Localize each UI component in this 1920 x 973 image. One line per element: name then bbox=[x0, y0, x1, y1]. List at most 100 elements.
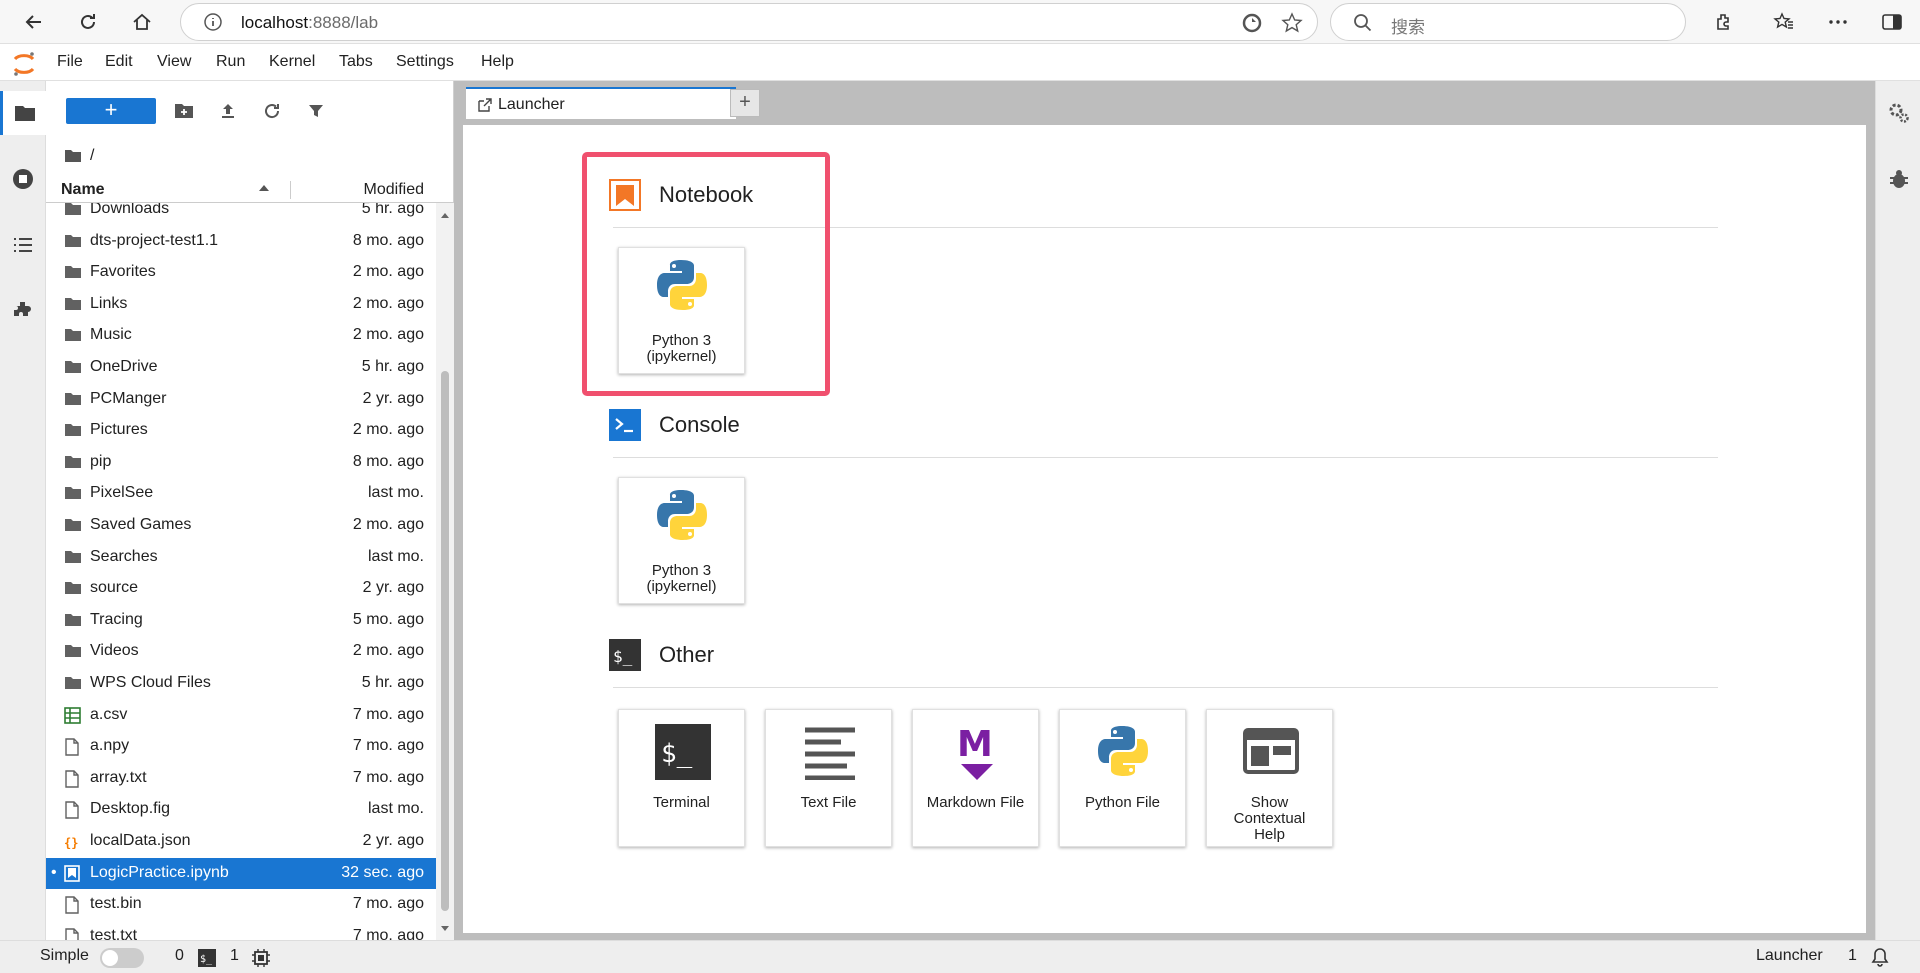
file-row[interactable]: array.txt 7 mo. ago bbox=[46, 763, 436, 794]
menu-tabs[interactable]: Tabs bbox=[339, 53, 373, 71]
file-row[interactable]: Searches last mo. bbox=[46, 542, 436, 573]
scroll-up-icon[interactable] bbox=[440, 211, 450, 219]
scrollbar-thumb[interactable] bbox=[441, 371, 449, 911]
contextual-help-card[interactable]: Show Contextual Help bbox=[1206, 709, 1333, 847]
info-icon[interactable] bbox=[203, 12, 223, 32]
sort-up-icon[interactable] bbox=[258, 183, 270, 193]
file-row[interactable]: PixelSee last mo. bbox=[46, 478, 436, 509]
file-modified: 2 mo. ago bbox=[352, 263, 424, 281]
file-row[interactable]: Links 2 mo. ago bbox=[46, 289, 436, 320]
edge-refresh-icon[interactable] bbox=[1241, 12, 1263, 34]
refresh-icon[interactable] bbox=[260, 99, 284, 123]
text-file-card[interactable]: Text File bbox=[765, 709, 892, 847]
file-row[interactable]: Downloads 5 hr. ago bbox=[46, 203, 436, 225]
right-side-bar bbox=[1875, 81, 1920, 940]
file-row[interactable]: Saved Games 2 mo. ago bbox=[46, 510, 436, 541]
scroll-down-icon[interactable] bbox=[440, 925, 450, 933]
file-row[interactable]: Favorites 2 mo. ago bbox=[46, 257, 436, 288]
menu-kernel[interactable]: Kernel bbox=[269, 53, 315, 71]
column-modified[interactable]: Modified bbox=[364, 181, 424, 199]
breadcrumb[interactable]: / bbox=[64, 141, 94, 171]
file-row[interactable]: test.bin 7 mo. ago bbox=[46, 889, 436, 920]
sidebar-toggle-icon[interactable] bbox=[1876, 6, 1908, 38]
file-row[interactable]: dts-project-test1.1 8 mo. ago bbox=[46, 226, 436, 257]
file-name: WPS Cloud Files bbox=[90, 674, 211, 691]
file-modified: 7 mo. ago bbox=[352, 895, 424, 913]
file-name: Videos bbox=[90, 642, 139, 660]
file-list-scrollbar[interactable] bbox=[436, 203, 454, 940]
favorites-icon[interactable] bbox=[1768, 6, 1800, 38]
file-row[interactable]: source 2 yr. ago bbox=[46, 573, 436, 604]
jupyter-logo-icon bbox=[12, 51, 36, 77]
folder-icon bbox=[64, 675, 82, 693]
breadcrumb-root[interactable]: / bbox=[90, 147, 94, 165]
card-label: Python 3 (ipykernel) bbox=[646, 562, 717, 595]
file-row[interactable]: pip 8 mo. ago bbox=[46, 447, 436, 478]
tab-launcher[interactable]: Launcher bbox=[466, 87, 736, 119]
table-of-contents-icon[interactable] bbox=[0, 223, 46, 267]
new-launcher-button[interactable]: + bbox=[66, 98, 156, 124]
more-menu-icon[interactable] bbox=[1822, 6, 1854, 38]
running-sessions-icon[interactable] bbox=[0, 157, 46, 201]
file-row[interactable]: a.csv 7 mo. ago bbox=[46, 700, 436, 731]
favorite-star-icon[interactable] bbox=[1281, 12, 1303, 34]
file-browser-toolbar: + bbox=[46, 81, 454, 141]
notification-count[interactable]: 1 bbox=[1848, 947, 1857, 965]
file-row[interactable]: Music 2 mo. ago bbox=[46, 320, 436, 351]
new-folder-icon[interactable] bbox=[172, 99, 196, 123]
file-row[interactable]: PCManger 2 yr. ago bbox=[46, 384, 436, 415]
upload-icon[interactable] bbox=[216, 99, 240, 123]
file-name: test.txt bbox=[90, 926, 138, 940]
file-row[interactable]: test.txt 7 mo. ago bbox=[46, 921, 436, 940]
address-bar[interactable]: localhost:8888/lab bbox=[180, 3, 1318, 41]
home-icon[interactable] bbox=[126, 6, 158, 38]
browser-search[interactable]: 搜索 bbox=[1330, 3, 1686, 41]
file-name: array.txt bbox=[90, 768, 147, 786]
bell-icon[interactable] bbox=[1870, 947, 1890, 967]
svg-text:$_: $_ bbox=[200, 954, 213, 965]
kernel-count[interactable]: 1 bbox=[230, 947, 239, 965]
menu-settings[interactable]: Settings bbox=[396, 53, 454, 71]
menu-run[interactable]: Run bbox=[216, 53, 245, 71]
menu-help[interactable]: Help bbox=[481, 53, 514, 71]
file-modified: 2 yr. ago bbox=[362, 832, 424, 849]
reload-icon[interactable] bbox=[72, 6, 104, 38]
filter-icon[interactable] bbox=[304, 99, 328, 123]
markdown-file-card[interactable]: M Markdown File bbox=[912, 709, 1039, 847]
menu-edit[interactable]: Edit bbox=[105, 53, 133, 71]
add-tab-button[interactable]: + bbox=[730, 89, 760, 117]
file-name: Desktop.fig bbox=[90, 800, 171, 818]
back-arrow-icon[interactable] bbox=[18, 6, 50, 38]
file-row[interactable]: Pictures 2 mo. ago bbox=[46, 415, 436, 446]
file-icon bbox=[64, 928, 82, 940]
file-row[interactable]: Desktop.fig last mo. bbox=[46, 794, 436, 825]
column-name[interactable]: Name bbox=[61, 181, 105, 199]
kernel-chip-icon[interactable] bbox=[252, 949, 270, 967]
extension-manager-icon[interactable] bbox=[0, 289, 46, 333]
file-row[interactable]: a.npy 7 mo. ago bbox=[46, 731, 436, 762]
python-icon bbox=[1094, 722, 1152, 780]
property-inspector-icon[interactable] bbox=[1876, 91, 1920, 135]
simple-mode-toggle[interactable] bbox=[100, 948, 144, 968]
file-row[interactable]: OneDrive 5 hr. ago bbox=[46, 352, 436, 383]
file-name: a.npy bbox=[90, 737, 130, 755]
file-name: Tracing bbox=[90, 610, 143, 628]
debugger-icon[interactable] bbox=[1876, 157, 1920, 201]
file-row[interactable]: WPS Cloud Files 5 hr. ago bbox=[46, 668, 436, 699]
menu-file[interactable]: File bbox=[57, 53, 83, 71]
column-separator[interactable] bbox=[290, 181, 291, 199]
file-modified: 2 yr. ago bbox=[362, 389, 424, 407]
file-icon bbox=[64, 801, 82, 820]
file-row[interactable]: Tracing 5 mo. ago bbox=[46, 605, 436, 636]
python-file-card[interactable]: Python File bbox=[1059, 709, 1186, 847]
terminal-status-icon[interactable]: $_ bbox=[198, 949, 216, 967]
console-python3-card[interactable]: Python 3 (ipykernel) bbox=[618, 477, 745, 604]
terminal-card[interactable]: $_ Terminal bbox=[618, 709, 745, 847]
file-row[interactable]: {} localData.json 2 yr. ago bbox=[46, 826, 436, 857]
file-row[interactable]: Videos 2 mo. ago bbox=[46, 636, 436, 667]
terminal-count[interactable]: 0 bbox=[175, 947, 184, 965]
menu-view[interactable]: View bbox=[157, 53, 191, 71]
file-row[interactable]: • LogicPractice.ipynb 32 sec. ago bbox=[46, 857, 436, 889]
file-browser-tab-icon[interactable] bbox=[0, 91, 46, 135]
extensions-icon[interactable] bbox=[1708, 6, 1740, 38]
